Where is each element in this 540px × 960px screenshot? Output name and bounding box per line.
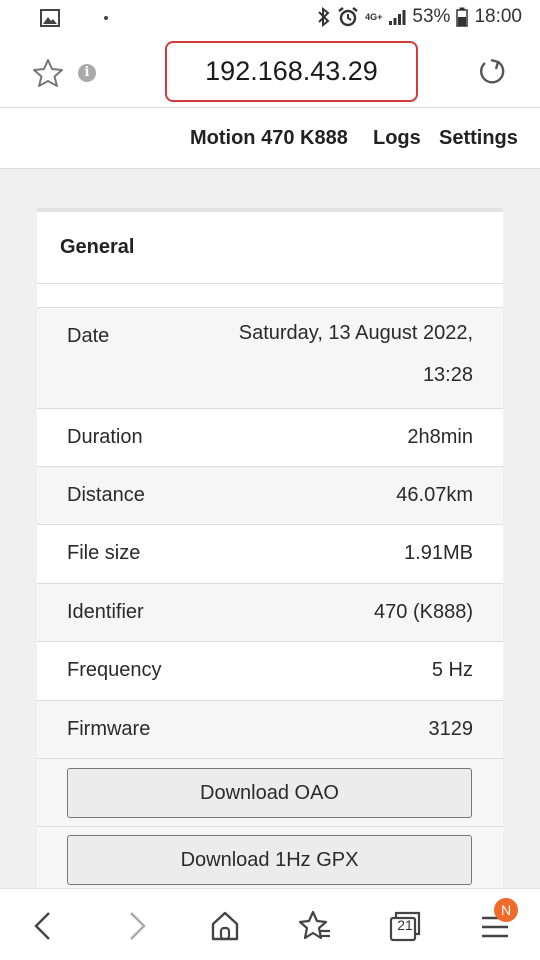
site-info-icon[interactable]: i (78, 64, 96, 82)
battery-icon (456, 7, 469, 27)
row-label: Duration (67, 426, 143, 448)
general-card: General Date Saturday, 13 August 2022, 1… (37, 208, 503, 912)
bluetooth-icon (318, 7, 330, 27)
dot-notification-icon (104, 16, 108, 20)
browser-toolbar: i 192.168.43.29 (0, 38, 540, 108)
nav-logs[interactable]: Logs (373, 127, 421, 150)
card-title: General (60, 236, 135, 258)
row-label: Frequency (67, 659, 162, 681)
row-label: Date (67, 325, 110, 347)
url-bar[interactable]: 192.168.43.29 (165, 41, 418, 102)
network-type: 4G+ (365, 11, 383, 22)
bookmarks-icon[interactable] (298, 909, 332, 943)
nav-device[interactable]: Motion 470 K888 (190, 127, 348, 150)
date-value-line1: Saturday, 13 August 2022, (238, 322, 473, 344)
row-value: 1.91MB (404, 542, 473, 564)
status-left (40, 9, 108, 27)
home-icon[interactable] (208, 909, 242, 943)
row-firmware: Firmware 3129 (37, 701, 503, 759)
reload-icon[interactable] (476, 56, 508, 88)
row-label: File size (67, 542, 141, 564)
row-value: 2h8min (407, 426, 473, 448)
row-label: Identifier (67, 601, 144, 623)
tab-count: 21 (397, 917, 413, 933)
card-divider (37, 284, 503, 308)
date-value-line2: 13:28 (422, 364, 473, 386)
alarm-icon (338, 7, 358, 27)
browser-bottom-bar (0, 888, 540, 960)
row-file-size: File size 1.91MB (37, 525, 503, 584)
status-bar: 4G+ 53% 18:00 (0, 0, 540, 38)
row-value: 470 (K888) (374, 601, 473, 623)
row-value: Saturday, 13 August 2022, 13:28 (239, 312, 473, 396)
forward-icon[interactable] (119, 909, 153, 943)
image-notification-icon (40, 9, 60, 27)
row-duration: Duration 2h8min (37, 409, 503, 467)
download-gpx-button[interactable]: Download 1Hz GPX (67, 835, 472, 885)
row-distance: Distance 46.07km (37, 467, 503, 525)
app-navbar: Motion 470 K888 Logs Settings (0, 108, 540, 169)
card-header: General (37, 212, 503, 284)
row-label: Firmware (67, 718, 151, 740)
row-value: 3129 (428, 718, 474, 740)
clock: 18:00 (474, 6, 522, 27)
back-icon[interactable] (27, 909, 61, 943)
row-label: Distance (67, 484, 145, 506)
menu-badge: N (494, 898, 518, 922)
row-value: 46.07km (396, 484, 473, 506)
battery-percent: 53% (412, 6, 451, 27)
download-oao-button[interactable]: Download OAO (67, 768, 472, 818)
nav-settings[interactable]: Settings (439, 127, 518, 150)
row-value: 5 Hz (431, 659, 473, 681)
row-identifier: Identifier 470 (K888) (37, 584, 503, 642)
bookmark-star-icon[interactable] (32, 58, 64, 88)
row-date: Date Saturday, 13 August 2022, 13:28 (37, 308, 503, 409)
row-frequency: Frequency 5 Hz (37, 642, 503, 701)
signal-icon (389, 10, 406, 25)
row-download-oao: Download OAO (37, 759, 503, 827)
status-right: 4G+ 53% 18:00 (317, 6, 522, 28)
